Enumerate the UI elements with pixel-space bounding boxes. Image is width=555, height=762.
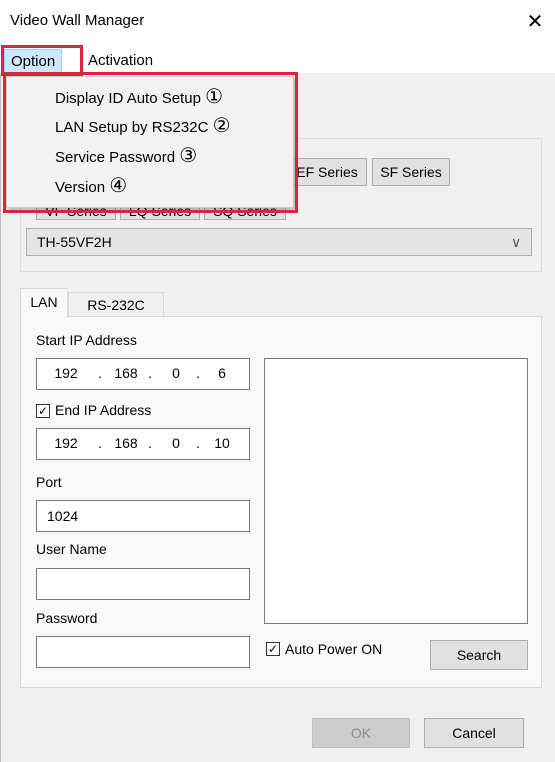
ok-button[interactable]: OK — [312, 718, 410, 748]
ip-dot: . — [98, 435, 102, 451]
end-ip-octet-4: 10 — [214, 435, 230, 451]
model-select[interactable]: TH-55VF2H ∨ — [26, 228, 532, 256]
end-ip-octet-3: 0 — [172, 435, 180, 451]
auto-power-checkbox[interactable]: ✓ — [266, 642, 280, 656]
cancel-button[interactable]: Cancel — [424, 718, 524, 748]
port-label: Port — [36, 474, 62, 490]
start-ip-octet-1: 192 — [54, 365, 78, 381]
start-ip-octet-4: 6 — [218, 365, 226, 381]
end-ip-octet-1: 192 — [54, 435, 78, 451]
username-label: User Name — [36, 541, 107, 557]
sf-series-button[interactable]: SF Series — [372, 158, 450, 186]
end-ip-octet-2: 168 — [114, 435, 138, 451]
dropdown-highlight — [3, 72, 298, 213]
search-button[interactable]: Search — [430, 640, 528, 670]
start-ip-label: Start IP Address — [36, 332, 137, 348]
tab-lan[interactable]: LAN — [20, 288, 68, 318]
username-input[interactable] — [36, 568, 250, 600]
ip-dot: . — [148, 435, 152, 451]
window-title: Video Wall Manager — [10, 12, 145, 29]
close-icon[interactable]: ✕ — [520, 8, 550, 36]
port-input[interactable]: 1024 — [36, 500, 250, 532]
ip-dot: . — [196, 365, 200, 381]
menu-activation[interactable]: Activation — [82, 49, 159, 73]
chevron-down-icon: ∨ — [511, 234, 522, 250]
start-ip-octet-2: 168 — [114, 365, 138, 381]
end-ip-input[interactable]: 192 . 168 . 0 . 10 — [36, 428, 250, 460]
start-ip-input[interactable]: 192 . 168 . 0 . 6 — [36, 358, 250, 390]
ip-dot: . — [98, 365, 102, 381]
end-ip-label: End IP Address — [55, 402, 152, 418]
ip-dot: . — [148, 365, 152, 381]
model-select-value: TH-55VF2H — [37, 234, 112, 250]
auto-power-label: Auto Power ON — [285, 641, 383, 657]
start-ip-octet-3: 0 — [172, 365, 180, 381]
password-label: Password — [36, 610, 98, 626]
ip-dot: . — [196, 435, 200, 451]
tab-rs232c[interactable]: RS-232C — [68, 292, 164, 317]
end-ip-checkbox[interactable]: ✓ — [36, 404, 50, 418]
password-input[interactable] — [36, 636, 250, 668]
device-list[interactable] — [264, 358, 528, 624]
ef-series-button[interactable]: EF Series — [287, 158, 367, 186]
